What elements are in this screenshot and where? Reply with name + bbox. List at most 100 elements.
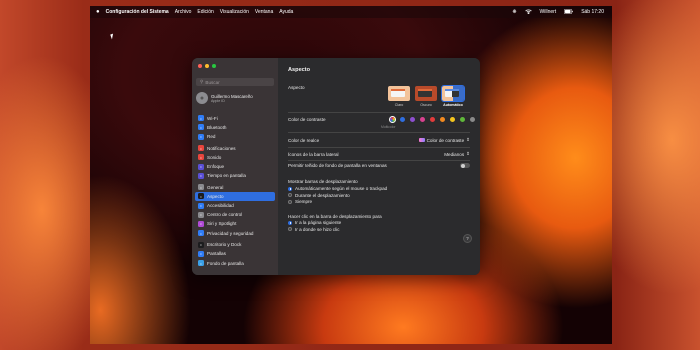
click-scrollbar-label: Hacer clic en la barra de desplazamiento…	[288, 214, 382, 219]
chevron-updown-icon: ⇕	[466, 151, 470, 156]
highlight-color-value: Color de contraste	[426, 137, 465, 143]
contrast-color-swatch[interactable]	[410, 117, 415, 122]
contrast-color-swatch[interactable]	[390, 117, 395, 122]
window-controls	[198, 64, 216, 68]
wallpaper-tint-label: Permitir teñido de fondo de pantalla en …	[288, 163, 387, 168]
hand-icon: •	[198, 230, 204, 237]
sidebar-item-label: Tiempo en pantalla	[207, 173, 246, 179]
theme-auto[interactable]: Automático	[440, 84, 466, 107]
contrast-color-swatch[interactable]	[420, 117, 425, 122]
theme-light[interactable]: Claro	[388, 86, 410, 107]
mouse-pointer-icon	[110, 33, 115, 40]
search-placeholder: Buscar	[205, 79, 220, 85]
status-user[interactable]: Willnert	[540, 9, 557, 15]
sidebar-item-escritorio-y-dock[interactable]: • Escritorio y Dock	[195, 240, 275, 249]
search-input[interactable]: ⚲ Buscar	[196, 78, 274, 86]
radio-button	[288, 186, 292, 191]
sidebar-item-wi-fi[interactable]: • Wi-Fi	[195, 114, 275, 123]
divider	[288, 132, 470, 133]
theme-auto-preview	[440, 84, 466, 103]
sidebar-item-bluetooth[interactable]: • Bluetooth	[195, 123, 275, 132]
sidebar-icons-popup[interactable]: Medianos ⇕	[444, 151, 470, 157]
moon-icon: •	[198, 163, 204, 170]
highlight-color-popup[interactable]: Color de contraste ⇕	[418, 137, 470, 143]
zoom-button[interactable]	[212, 64, 216, 68]
gear-icon: •	[198, 184, 204, 191]
sidebar-item-sonido[interactable]: • Sonido	[195, 153, 275, 162]
sidebar-item-aspecto[interactable]: • Aspecto	[195, 192, 275, 201]
sidebar-item-red[interactable]: • Red	[195, 132, 275, 141]
sidebar-item-label: Bluetooth	[207, 124, 227, 130]
contrast-color-swatch[interactable]	[400, 117, 405, 122]
menu-archivo[interactable]: Archivo	[175, 9, 192, 15]
page-title: Aspecto	[288, 67, 311, 73]
divider	[288, 112, 470, 113]
sidebar-list: • Wi-Fi • Bluetooth • Red • Notificaciones • Soni…	[195, 114, 275, 268]
desktop: ● Configuración del Sistema Archivo Edic…	[90, 6, 612, 344]
clock[interactable]: Sáb 17:20	[581, 9, 604, 15]
radio-label: Ir a la página siguiente	[295, 220, 342, 225]
contrast-color-swatch[interactable]	[440, 117, 445, 122]
accessibility-icon: •	[198, 202, 204, 209]
control-center-icon[interactable]: ❋	[512, 9, 516, 15]
highlight-color-row: Color de realce Color de contraste ⇕	[288, 137, 470, 143]
divider	[288, 160, 470, 161]
profile-sub: Apple ID	[211, 98, 225, 103]
sidebar-item-privacidad-y-seguridad[interactable]: • Privacidad y seguridad	[195, 229, 275, 238]
sidebar-icons-label: Íconos de la barra lateral	[288, 151, 339, 157]
radio-label: Automáticamente según el mouse o trackpa…	[295, 186, 388, 191]
sidebar-item-label: Privacidad y seguridad	[207, 230, 254, 236]
menu-visualizacion[interactable]: Visualización	[220, 9, 249, 15]
minimize-button[interactable]	[205, 64, 209, 68]
scrollbars-option-always[interactable]: Siempre	[288, 199, 387, 204]
status-area: ❋ Willnert Sáb 17:20	[512, 8, 604, 16]
sidebar-item-fondo-de-pantalla[interactable]: • Fondo de pantalla	[195, 259, 275, 268]
contrast-color-swatch[interactable]	[430, 117, 435, 122]
close-button[interactable]	[198, 64, 202, 68]
scrollbars-option-scrolling[interactable]: Durante el desplazamiento	[288, 193, 387, 198]
scrollbars-option-auto[interactable]: Automáticamente según el mouse o trackpa…	[288, 186, 387, 191]
scrollbars-label: Mostrar barras de desplazamiento	[288, 179, 358, 184]
click-scrollbar-options: Ir a la página siguiente Ir a donde se h…	[288, 220, 470, 232]
sidebar-item-accesibilidad[interactable]: • Accesibilidad	[195, 201, 275, 210]
contrast-color-swatch[interactable]	[450, 117, 455, 122]
sidebar-item-pantallas[interactable]: • Pantallas	[195, 250, 275, 259]
click-option-clicked-spot[interactable]: Ir a donde se hizo clic	[288, 227, 341, 232]
scrollbars-heading-row: Mostrar barras de desplazamiento	[288, 179, 470, 184]
theme-dark-label: Oscuro	[420, 103, 432, 107]
appearance-icon: •	[198, 193, 204, 200]
help-button[interactable]: ?	[463, 234, 472, 243]
menu-edicion[interactable]: Edición	[197, 9, 213, 15]
divider	[288, 147, 470, 148]
wifi-status-icon[interactable]	[524, 8, 532, 16]
sidebar-item-label: Wi-Fi	[207, 115, 218, 121]
contrast-caption: Multicolor	[381, 125, 396, 129]
sidebar-item-label: Siri y Spotlight	[207, 221, 237, 227]
sidebar-item-label: Centro de control	[207, 212, 243, 218]
control-center-icon: •	[198, 211, 204, 218]
appearance-label: Aspecto	[288, 85, 305, 90]
sidebar-item-label: Escritorio y Dock	[207, 242, 242, 248]
contrast-color-swatch[interactable]	[470, 117, 475, 122]
globe-icon: •	[198, 133, 204, 140]
contrast-color-swatch[interactable]	[460, 117, 465, 122]
wallpaper-icon: •	[198, 260, 204, 266]
sidebar-item-notificaciones[interactable]: • Notificaciones	[195, 144, 275, 153]
menu-bar: ● Configuración del Sistema Archivo Edic…	[90, 6, 612, 18]
sidebar-item-enfoque[interactable]: • Enfoque	[195, 162, 275, 171]
sidebar-item-siri-y-spotlight[interactable]: • Siri y Spotlight	[195, 220, 275, 229]
menu-ayuda[interactable]: Ayuda	[279, 9, 293, 15]
battery-icon[interactable]	[564, 8, 574, 16]
menu-ventana[interactable]: Ventana	[255, 9, 273, 15]
appearance-options: Claro Oscuro Automático	[388, 84, 466, 107]
sidebar-item-general[interactable]: • General	[195, 183, 275, 192]
apple-menu-icon[interactable]: ●	[96, 9, 100, 15]
theme-dark[interactable]: Oscuro	[415, 86, 437, 107]
sidebar-item-centro-de-control[interactable]: • Centro de control	[195, 211, 275, 220]
sidebar-item-tiempo-en-pantalla[interactable]: • Tiempo en pantalla	[195, 171, 275, 180]
click-option-next-page[interactable]: Ir a la página siguiente	[288, 220, 341, 225]
wallpaper-tint-toggle[interactable]	[460, 163, 470, 168]
menu-app-name[interactable]: Configuración del Sistema	[106, 9, 169, 15]
apple-id-profile[interactable]: ● Guillermo Mascareño Apple ID	[196, 92, 253, 104]
dock-icon: •	[198, 241, 204, 248]
